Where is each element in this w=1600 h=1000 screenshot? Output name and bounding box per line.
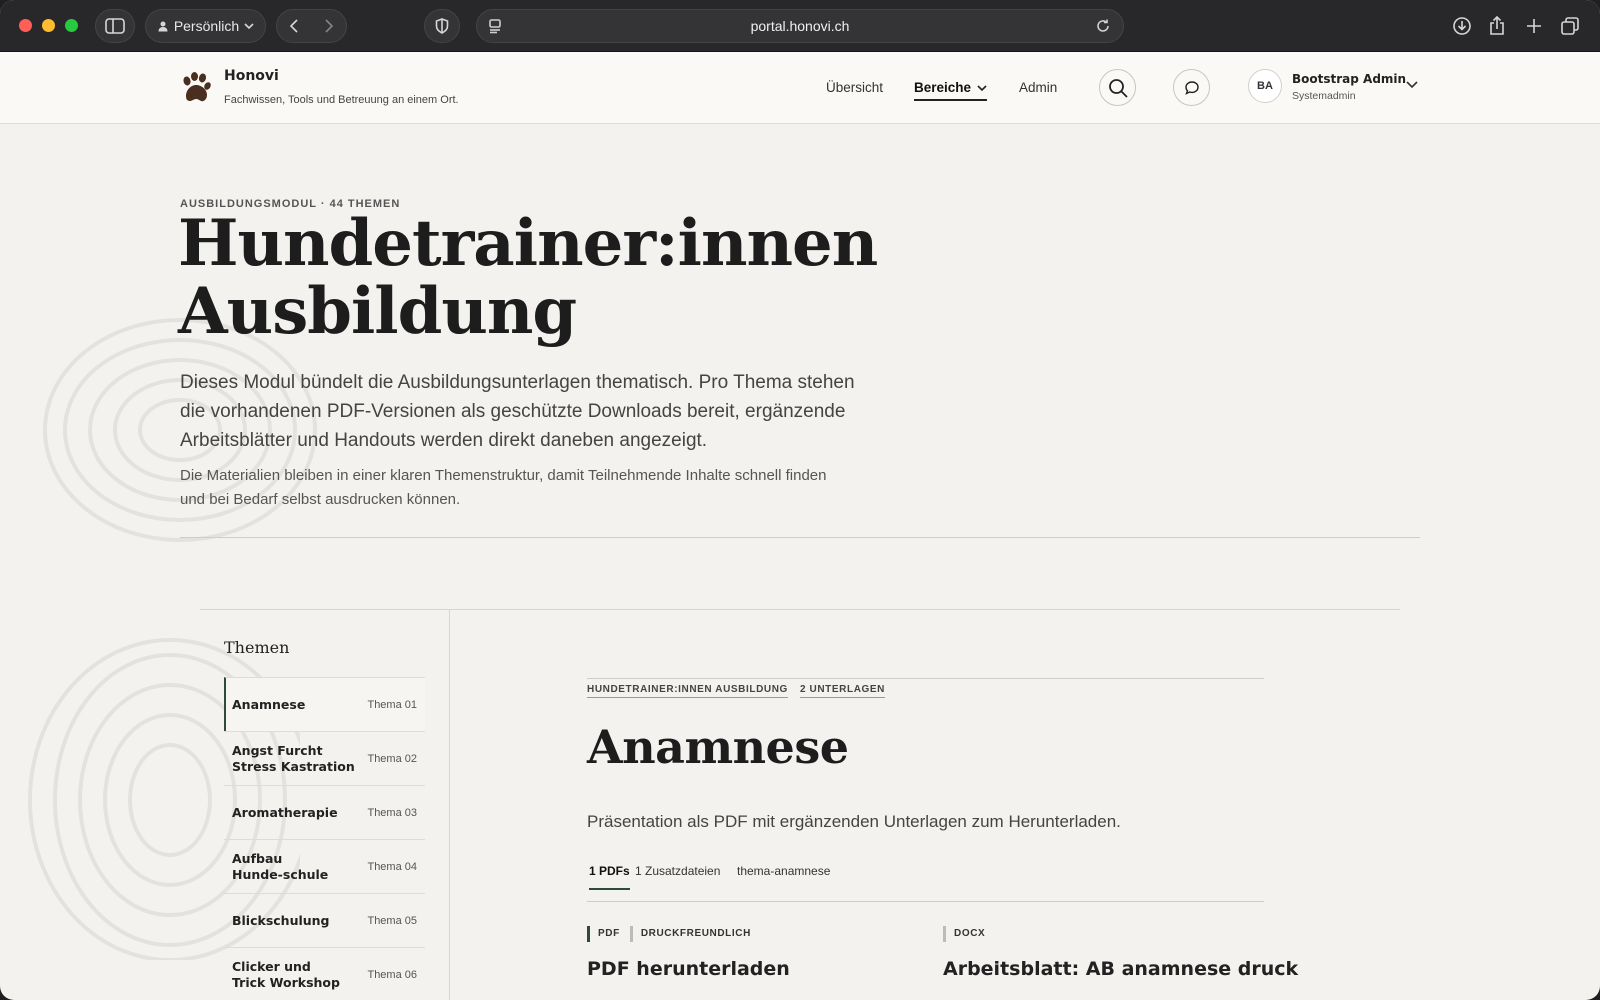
topic-item-clicker[interactable]: Clicker und Trick Workshop Thema 06 <box>224 947 425 1000</box>
material-tabs: 1 PDFs 1 Zusatzdateien thema-anamnese <box>587 860 1264 902</box>
shield-icon <box>435 18 449 34</box>
sidebar-title: Themen <box>224 638 290 657</box>
topic-list: Anamnese Thema 01 Angst Furcht Stress Ka… <box>224 677 425 1000</box>
topic-number: Thema 02 <box>367 752 417 765</box>
topic-name: Blickschulung <box>232 912 330 928</box>
nav-uebersicht[interactable]: Übersicht <box>826 80 883 95</box>
tab-thema-anamnese[interactable]: thema-anamnese <box>737 864 830 888</box>
topic-number: Thema 01 <box>367 698 417 711</box>
print-badge: DRUCKFREUNDLICH <box>629 926 751 942</box>
sidebar-icon <box>105 18 125 34</box>
topic-number: Thema 03 <box>367 806 417 819</box>
tab-overview-icon[interactable] <box>1557 13 1583 39</box>
sidebar-separator <box>449 609 450 1000</box>
worksheet-download-link[interactable]: Arbeitsblatt: AB anamnese druck <box>943 958 1298 980</box>
topic-number: Thema 05 <box>367 914 417 927</box>
share-icon[interactable] <box>1484 13 1510 39</box>
history-nav <box>276 9 347 43</box>
pdf-download-link[interactable]: PDF herunterladen <box>587 958 790 980</box>
topic-name: Anamnese <box>232 696 306 712</box>
page-title-line-1: Hundetrainer:innen <box>178 206 878 281</box>
back-icon[interactable] <box>289 19 299 33</box>
topic-item-anamnese[interactable]: Anamnese Thema 01 <box>224 677 425 731</box>
sidebar-toggle-button[interactable] <box>95 9 135 43</box>
brand-name[interactable]: Honovi <box>224 68 279 84</box>
sub-paragraph: Die Materialien bleiben in einer klaren … <box>180 467 827 508</box>
privacy-shield-button[interactable] <box>424 9 460 43</box>
topic-number: Thema 06 <box>367 968 417 981</box>
chevron-down-icon <box>244 23 254 30</box>
zoom-window-button[interactable] <box>65 19 78 32</box>
topic-name: Aromatherapie <box>232 804 338 820</box>
topic-title: Anamnese <box>587 720 849 774</box>
url-text: portal.honovi.ch <box>750 18 850 34</box>
downloads-icon[interactable] <box>1449 13 1475 39</box>
topic-item-aufbau-hundeschule[interactable]: Aufbau Hunde-schule Thema 04 <box>224 839 425 893</box>
lead-paragraph: Dieses Modul bündelt die Ausbildungsunte… <box>180 372 855 451</box>
topic-number: Thema 04 <box>367 860 417 873</box>
nav-bereiche-label: Bereiche <box>914 80 972 95</box>
content-top-border <box>200 609 1400 610</box>
page-title-line-2: Ausbildung <box>178 274 577 349</box>
person-icon <box>158 21 168 32</box>
module-tag-link[interactable]: HUNDETRAINER:INNEN AUSBILDUNG <box>587 678 788 698</box>
address-bar[interactable]: portal.honovi.ch <box>476 9 1124 43</box>
tab-zusatzdateien[interactable]: 1 Zusatzdateien <box>635 864 720 888</box>
nav-bereiche[interactable]: Bereiche <box>914 80 988 101</box>
forward-icon[interactable] <box>324 19 334 33</box>
topic-name: Angst Furcht Stress Kastration <box>232 742 355 774</box>
browser-window: Persönlich portal.honovi.ch Honovi Fachw… <box>0 0 1600 1000</box>
docx-card-tags: DOCX <box>943 926 985 942</box>
file-type-badge: PDF <box>587 926 620 942</box>
user-avatar[interactable]: BA <box>1248 69 1282 103</box>
user-menu-chevron-icon[interactable] <box>1406 81 1418 89</box>
topic-name: Aufbau Hunde-schule <box>232 850 329 882</box>
topic-item-aromatherapie[interactable]: Aromatherapie Thema 03 <box>224 785 425 839</box>
pdf-card-tags: PDF DRUCKFREUNDLICH <box>587 926 751 942</box>
page-title: Hundetrainer:innen Ausbildung <box>178 210 1078 346</box>
topic-item-blickschulung[interactable]: Blickschulung Thema 05 <box>224 893 425 947</box>
minimize-window-button[interactable] <box>42 19 55 32</box>
topic-description: Präsentation als PDF mit ergänzenden Unt… <box>587 812 1121 831</box>
paw-logo-icon[interactable] <box>178 70 214 106</box>
new-tab-icon[interactable] <box>1521 13 1547 39</box>
search-icon <box>1108 78 1128 98</box>
browser-toolbar: Persönlich portal.honovi.ch <box>0 0 1600 52</box>
hero-divider <box>180 537 1420 538</box>
topic-meta: HUNDETRAINER:INNEN AUSBILDUNG 2 UNTERLAG… <box>587 678 1264 698</box>
site-header: Honovi Fachwissen, Tools und Betreuung a… <box>0 52 1600 124</box>
file-type-badge: DOCX <box>943 926 985 942</box>
chevron-down-icon <box>977 85 987 92</box>
profile-button[interactable]: Persönlich <box>145 9 266 43</box>
nav-admin[interactable]: Admin <box>1019 80 1057 95</box>
chat-button[interactable] <box>1173 69 1210 106</box>
topic-name: Clicker und Trick Workshop <box>232 958 340 990</box>
tab-pdfs[interactable]: 1 PDFs <box>589 864 630 890</box>
chat-bubble-icon <box>1184 80 1199 95</box>
topic-item-angst[interactable]: Angst Furcht Stress Kastration Thema 02 <box>224 731 425 785</box>
brand-tagline: Fachwissen, Tools und Betreuung an einem… <box>224 94 459 106</box>
close-window-button[interactable] <box>19 19 32 32</box>
count-tag-link[interactable]: 2 UNTERLAGEN <box>800 678 885 698</box>
user-name[interactable]: Bootstrap Admin <box>1292 72 1406 86</box>
profile-label: Persönlich <box>173 18 240 34</box>
search-button[interactable] <box>1099 69 1136 106</box>
reload-icon[interactable] <box>1095 18 1111 39</box>
user-role: Systemadmin <box>1292 90 1356 102</box>
